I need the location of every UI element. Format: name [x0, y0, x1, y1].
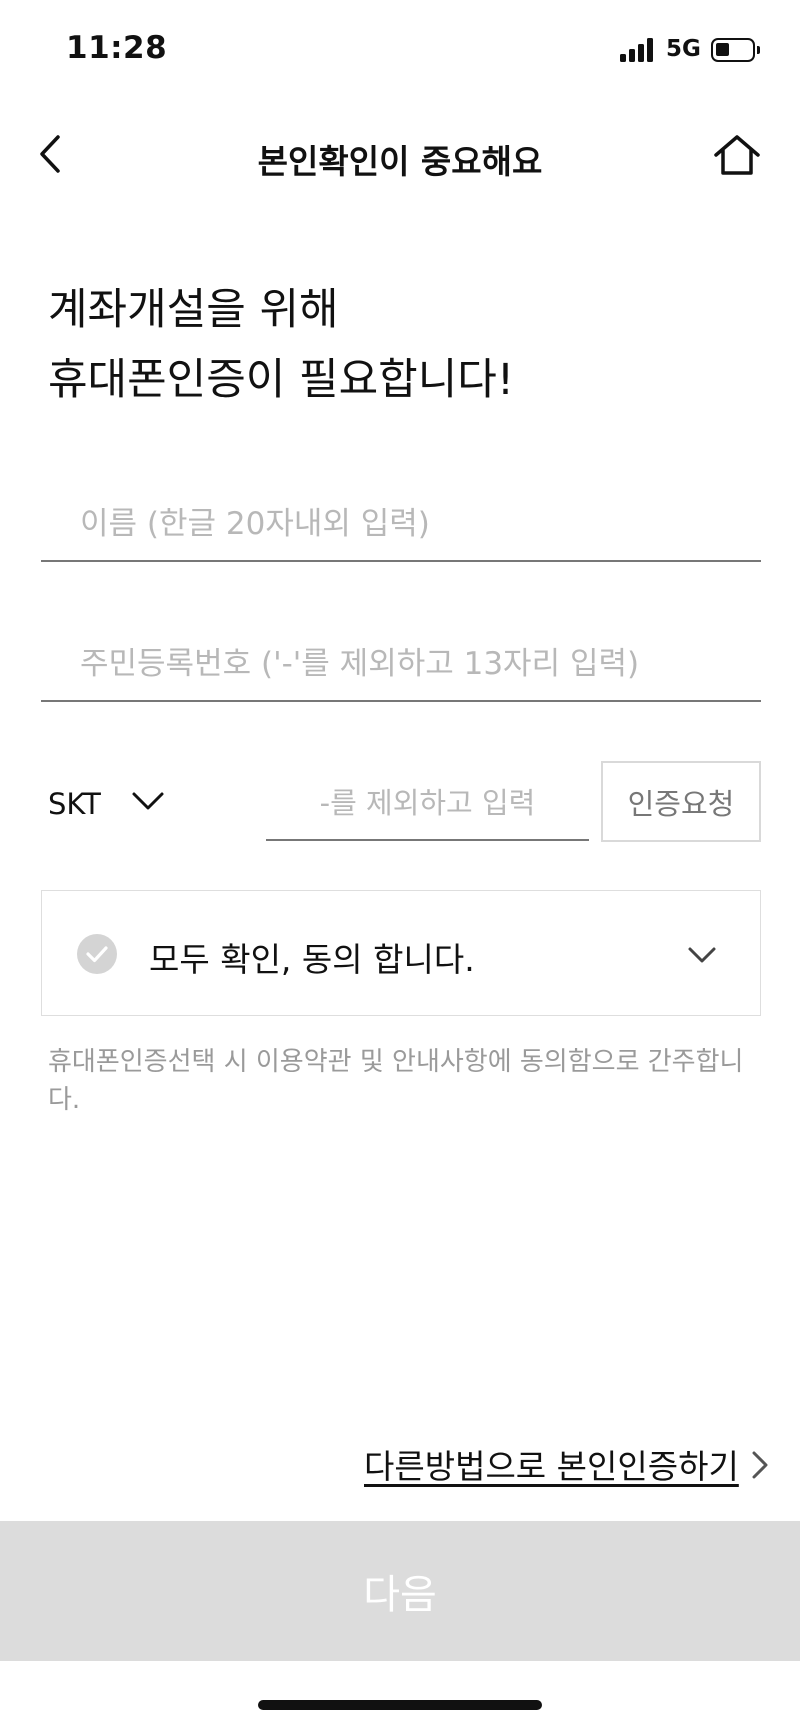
chevron-down-icon[interactable]: [682, 935, 722, 975]
carrier-select[interactable]: SKT: [48, 778, 178, 828]
status-bar: 11:28 5G: [0, 0, 800, 100]
network-type: 5G: [666, 36, 701, 62]
agree-all-label: 모두 확인, 동의 합니다.: [149, 940, 475, 979]
chevron-right-icon: [752, 1451, 768, 1479]
check-circle-icon: [77, 934, 117, 974]
heading-line-2: 휴대폰인증이 필요합니다!: [48, 355, 515, 405]
battery-icon: [711, 38, 760, 62]
signal-bars-icon: [620, 38, 656, 62]
rrn-input[interactable]: [41, 628, 761, 702]
carrier-label: SKT: [48, 787, 101, 821]
page-title: 본인확인이 중요해요: [257, 142, 543, 181]
heading-line-1: 계좌개설을 위해: [48, 285, 339, 335]
consent-note: 휴대폰인증선택 시 이용약관 및 안내사항에 동의함으로 간주합니다.: [48, 1047, 744, 1115]
nav-bar: 본인확인이 중요해요: [0, 115, 800, 197]
home-button[interactable]: [712, 131, 762, 181]
page-heading: 계좌개설을 위해 휴대폰인증이 필요합니다!: [48, 275, 514, 415]
home-icon: [714, 135, 760, 175]
chevron-down-icon: [132, 792, 164, 810]
alt-verification-link[interactable]: 다른방법으로 본인인증하기: [364, 1440, 768, 1490]
alt-verification-label: 다른방법으로 본인인증하기: [364, 1447, 739, 1486]
next-button[interactable]: 다음: [0, 1521, 800, 1661]
agree-all-checkbox[interactable]: 모두 확인, 동의 합니다.: [41, 890, 761, 1016]
phone-input[interactable]: [266, 766, 589, 841]
request-verification-button[interactable]: 인증요청: [601, 761, 761, 842]
name-input[interactable]: [41, 488, 761, 562]
home-indicator: [258, 1700, 542, 1710]
status-time: 11:28: [66, 30, 168, 66]
